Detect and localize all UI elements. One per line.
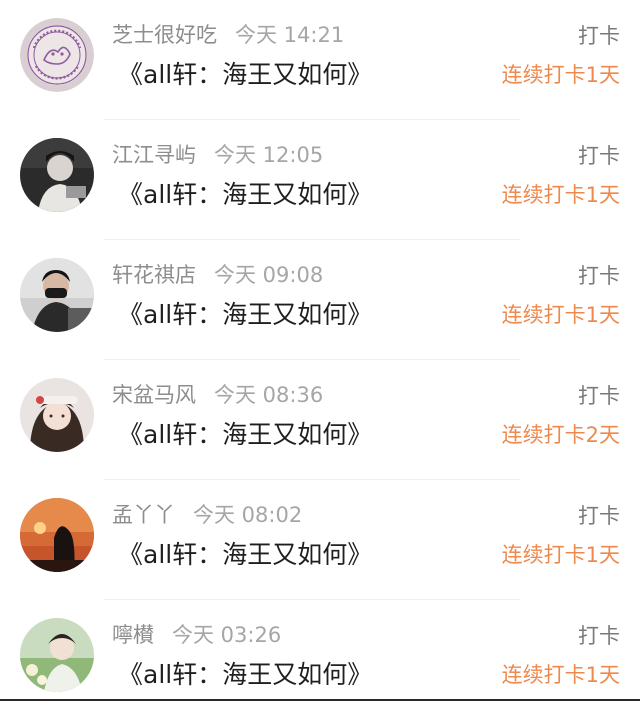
streak-badge: 连续打卡2天 xyxy=(501,423,620,447)
timestamp: 今天 14:21 xyxy=(235,23,345,47)
feed-item[interactable]: 江江寻屿 今天 12:05 《all轩：海王又如何》 打卡 连续打卡1天 xyxy=(0,120,640,240)
checkin-feed: 芝士很好吃 今天 14:21 《all轩：海王又如何》 打卡 连续打卡1天 江江寻… xyxy=(0,0,640,700)
girl-portrait-avatar-icon[interactable] xyxy=(20,378,94,452)
timestamp: 今天 09:08 xyxy=(214,263,324,287)
feed-item[interactable]: 嚀櫕 今天 03:26 《all轩：海王又如何》 打卡 连续打卡1天 xyxy=(0,600,640,720)
username[interactable]: 轩花祺店 xyxy=(112,263,196,287)
timestamp: 今天 08:02 xyxy=(193,503,303,527)
book-title[interactable]: 《all轩：海王又如何》 xyxy=(118,298,372,332)
person-photo-avatar-icon[interactable] xyxy=(20,138,94,212)
username-line: 芝士很好吃 今天 14:21 xyxy=(112,21,344,49)
username[interactable]: 芝士很好吃 xyxy=(112,23,217,47)
streak-badge: 连续打卡1天 xyxy=(501,63,620,87)
checkin-label: 打卡 xyxy=(578,384,620,408)
username-line: 嚀櫕 今天 03:26 xyxy=(112,621,281,649)
feed-item[interactable]: 宋盆马风 今天 08:36 《all轩：海王又如何》 打卡 连续打卡2天 xyxy=(0,360,640,480)
username[interactable]: 孟丫丫 xyxy=(112,503,175,527)
book-title[interactable]: 《all轩：海王又如何》 xyxy=(118,658,372,692)
feed-item[interactable]: 芝士很好吃 今天 14:21 《all轩：海王又如何》 打卡 连续打卡1天 xyxy=(0,0,640,120)
book-title[interactable]: 《all轩：海王又如何》 xyxy=(118,58,372,92)
streak-badge: 连续打卡1天 xyxy=(501,663,620,687)
sunset-silhouette-avatar-icon[interactable] xyxy=(20,498,94,572)
streak-badge: 连续打卡1天 xyxy=(501,183,620,207)
checkin-label: 打卡 xyxy=(578,264,620,288)
username-line: 江江寻屿 今天 12:05 xyxy=(112,141,323,169)
checkin-label: 打卡 xyxy=(578,504,620,528)
timestamp: 今天 03:26 xyxy=(172,623,282,647)
username-line: 宋盆马风 今天 08:36 xyxy=(112,381,323,409)
book-title[interactable]: 《all轩：海王又如何》 xyxy=(118,178,372,212)
book-title[interactable]: 《all轩：海王又如何》 xyxy=(118,538,372,572)
stamp-avatar-icon[interactable] xyxy=(20,18,94,92)
timestamp: 今天 08:36 xyxy=(214,383,324,407)
streak-badge: 连续打卡1天 xyxy=(501,303,620,327)
checkin-label: 打卡 xyxy=(578,24,620,48)
username[interactable]: 宋盆马风 xyxy=(112,383,196,407)
flowers-portrait-avatar-icon[interactable] xyxy=(20,618,94,692)
masked-person-avatar-icon[interactable] xyxy=(20,258,94,332)
checkin-label: 打卡 xyxy=(578,144,620,168)
timestamp: 今天 12:05 xyxy=(214,143,324,167)
checkin-label: 打卡 xyxy=(578,624,620,648)
username-line: 孟丫丫 今天 08:02 xyxy=(112,501,302,529)
username[interactable]: 嚀櫕 xyxy=(112,623,154,647)
feed-item[interactable]: 轩花祺店 今天 09:08 《all轩：海王又如何》 打卡 连续打卡1天 xyxy=(0,240,640,360)
book-title[interactable]: 《all轩：海王又如何》 xyxy=(118,418,372,452)
username-line: 轩花祺店 今天 09:08 xyxy=(112,261,323,289)
feed-item[interactable]: 孟丫丫 今天 08:02 《all轩：海王又如何》 打卡 连续打卡1天 xyxy=(0,480,640,600)
streak-badge: 连续打卡1天 xyxy=(501,543,620,567)
username[interactable]: 江江寻屿 xyxy=(112,143,196,167)
